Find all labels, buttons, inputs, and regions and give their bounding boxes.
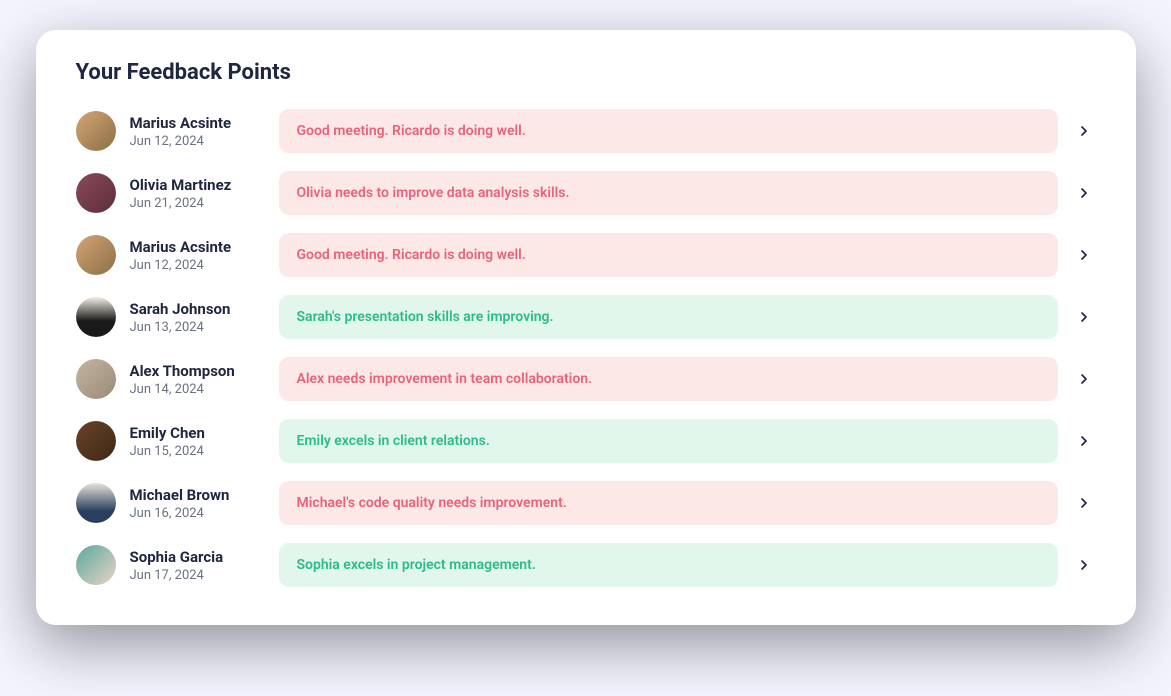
person-date: Jun 21, 2024 — [130, 196, 265, 211]
avatar — [76, 111, 116, 151]
feedback-row[interactable]: Marius Acsinte Jun 12, 2024 Good meeting. … — [76, 109, 1096, 153]
chevron-right-icon[interactable] — [1072, 371, 1096, 387]
person-info: Marius Acsinte Jun 12, 2024 — [130, 238, 265, 273]
feedback-row[interactable]: Michael Brown Jun 16, 2024 Michael's code … — [76, 481, 1096, 525]
feedback-row[interactable]: Alex Thompson Jun 14, 2024 Alex needs impr… — [76, 357, 1096, 401]
person-name: Marius Acsinte — [130, 238, 265, 256]
person-date: Jun 15, 2024 — [130, 444, 265, 459]
feedback-row[interactable]: Emily Chen Jun 15, 2024 Emily excels in cl… — [76, 419, 1096, 463]
feedback-row[interactable]: Sarah Johnson Jun 13, 2024 Sarah's present… — [76, 295, 1096, 339]
person-date: Jun 14, 2024 — [130, 382, 265, 397]
person-info: Sarah Johnson Jun 13, 2024 — [130, 300, 265, 335]
page-title: Your Feedback Points — [76, 60, 1096, 85]
feedback-row[interactable]: Olivia Martinez Jun 21, 2024 Olivia needs … — [76, 171, 1096, 215]
chevron-right-icon[interactable] — [1072, 433, 1096, 449]
feedback-text: Emily excels in client relations. — [279, 419, 1058, 463]
chevron-right-icon[interactable] — [1072, 495, 1096, 511]
avatar — [76, 173, 116, 213]
feedback-card: Your Feedback Points Marius Acsinte Jun 1… — [36, 30, 1136, 625]
person-info: Emily Chen Jun 15, 2024 — [130, 424, 265, 459]
person-date: Jun 16, 2024 — [130, 506, 265, 521]
person-date: Jun 12, 2024 — [130, 134, 265, 149]
avatar — [76, 421, 116, 461]
person-name: Michael Brown — [130, 486, 265, 504]
feedback-text: Michael's code quality needs improvement… — [279, 481, 1058, 525]
avatar — [76, 359, 116, 399]
feedback-text: Sarah's presentation skills are improvin… — [279, 295, 1058, 339]
chevron-right-icon[interactable] — [1072, 309, 1096, 325]
person-info: Alex Thompson Jun 14, 2024 — [130, 362, 265, 397]
feedback-text: Sophia excels in project management. — [279, 543, 1058, 587]
feedback-row[interactable]: Marius Acsinte Jun 12, 2024 Good meeting. … — [76, 233, 1096, 277]
person-info: Olivia Martinez Jun 21, 2024 — [130, 176, 265, 211]
feedback-text: Olivia needs to improve data analysis sk… — [279, 171, 1058, 215]
feedback-text: Good meeting. Ricardo is doing well. — [279, 233, 1058, 277]
avatar — [76, 483, 116, 523]
person-name: Sophia Garcia — [130, 548, 265, 566]
person-date: Jun 12, 2024 — [130, 258, 265, 273]
feedback-text: Alex needs improvement in team collabora… — [279, 357, 1058, 401]
chevron-right-icon[interactable] — [1072, 123, 1096, 139]
feedback-text: Good meeting. Ricardo is doing well. — [279, 109, 1058, 153]
person-info: Sophia Garcia Jun 17, 2024 — [130, 548, 265, 583]
avatar — [76, 545, 116, 585]
avatar — [76, 235, 116, 275]
person-name: Olivia Martinez — [130, 176, 265, 194]
chevron-right-icon[interactable] — [1072, 185, 1096, 201]
person-date: Jun 13, 2024 — [130, 320, 265, 335]
avatar — [76, 297, 116, 337]
feedback-list: Marius Acsinte Jun 12, 2024 Good meeting. … — [76, 109, 1096, 587]
person-name: Marius Acsinte — [130, 114, 265, 132]
person-info: Michael Brown Jun 16, 2024 — [130, 486, 265, 521]
person-name: Sarah Johnson — [130, 300, 265, 318]
person-date: Jun 17, 2024 — [130, 568, 265, 583]
chevron-right-icon[interactable] — [1072, 557, 1096, 573]
feedback-row[interactable]: Sophia Garcia Jun 17, 2024 Sophia excels i… — [76, 543, 1096, 587]
person-name: Emily Chen — [130, 424, 265, 442]
person-name: Alex Thompson — [130, 362, 265, 380]
person-info: Marius Acsinte Jun 12, 2024 — [130, 114, 265, 149]
chevron-right-icon[interactable] — [1072, 247, 1096, 263]
